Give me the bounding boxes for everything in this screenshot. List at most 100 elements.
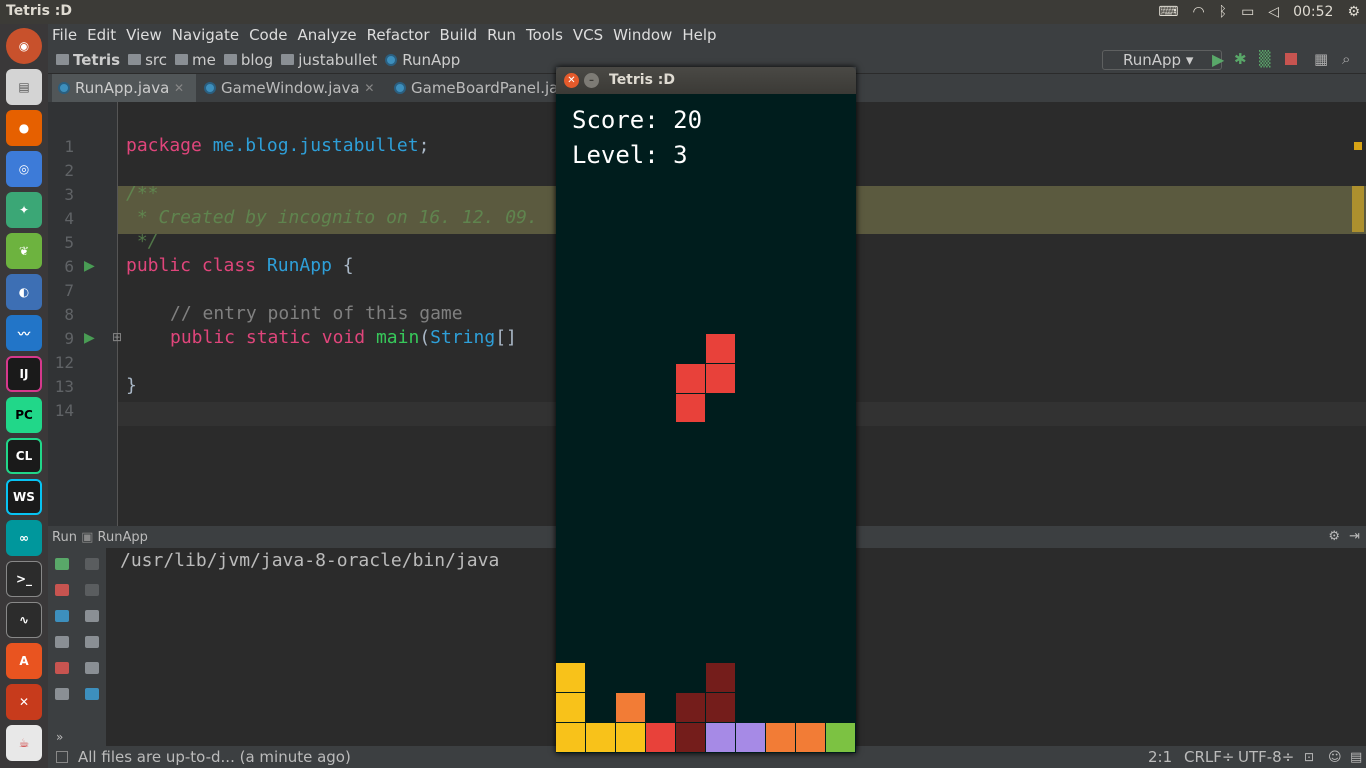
software-center-icon[interactable]: A [6, 643, 42, 679]
project-structure-icon[interactable]: ▦ [1314, 50, 1328, 68]
scrollbar-marker[interactable] [1352, 186, 1364, 232]
hide-panel-icon[interactable]: ⇥ [1349, 529, 1360, 544]
line-number: 7 [64, 281, 74, 300]
rerun-icon[interactable] [55, 558, 69, 570]
stop-icon[interactable] [1285, 53, 1297, 65]
line-number: 9 [64, 329, 74, 348]
java-icon[interactable]: ☕ [6, 725, 42, 761]
menu-navigate[interactable]: Navigate [172, 26, 239, 44]
intellij-icon[interactable]: IJ [6, 356, 42, 392]
line-number: 5 [64, 233, 74, 252]
folder-icon [128, 54, 142, 65]
battery-icon[interactable]: ▭ [1241, 4, 1254, 20]
more-icon[interactable]: » [56, 730, 63, 744]
run-gutter-icon[interactable]: ▶ [84, 330, 95, 346]
tab-runapp[interactable]: RunApp.java ✕ [52, 74, 196, 102]
inspector-icon[interactable]: ☺ [1328, 750, 1342, 765]
volume-icon[interactable]: ◁ [1268, 4, 1279, 20]
settings-icon[interactable]: ✕ [6, 684, 42, 720]
menu-help[interactable]: Help [682, 26, 716, 44]
file-encoding[interactable]: UTF-8÷ [1238, 748, 1294, 766]
breadcrumb-src[interactable]: src [128, 51, 167, 69]
breadcrumb-me[interactable]: me [174, 51, 216, 69]
print-icon[interactable] [85, 662, 99, 674]
coverage-icon[interactable]: ▒ [1259, 50, 1271, 68]
search-icon[interactable]: ⌕ [1342, 50, 1350, 68]
fold-expand-icon[interactable]: ⊞ [112, 330, 122, 344]
line-separator[interactable]: CRLF÷ [1184, 748, 1234, 766]
layout-icon[interactable] [55, 688, 69, 700]
clear-icon[interactable] [85, 688, 99, 700]
game-board[interactable]: Score: 20 Level: 3 [556, 94, 856, 753]
menu-vcs[interactable]: VCS [573, 26, 603, 44]
minimize-icon[interactable]: – [584, 73, 599, 88]
tab-gameboardpanel[interactable]: GameBoardPanel.ja [388, 74, 568, 102]
exit-icon[interactable] [55, 662, 69, 674]
ubuntu-icon[interactable]: ◉ [6, 28, 42, 64]
tool-windows-icon[interactable] [56, 751, 68, 763]
run-config-select[interactable]: RunApp ▾ [1102, 50, 1222, 70]
menu-build[interactable]: Build [440, 26, 478, 44]
scroll-to-end-icon[interactable] [85, 636, 99, 648]
line-number: 4 [64, 209, 74, 228]
status-message[interactable]: All files are up-to-d... (a minute ago) [78, 748, 351, 766]
falling-block [706, 363, 735, 393]
power-gear-icon[interactable]: ⚙ [1347, 4, 1360, 20]
breadcrumb-project[interactable]: Tetris [56, 51, 120, 69]
settings-gear-icon[interactable]: ⚙ [1328, 529, 1340, 544]
firefox-icon[interactable]: ● [6, 110, 42, 146]
dump-threads-icon[interactable] [55, 636, 69, 648]
clock[interactable]: 00:52 [1293, 4, 1333, 20]
close-icon[interactable]: ✕ [174, 81, 184, 95]
lock-icon[interactable]: ⊡ [1304, 750, 1314, 764]
breadcrumb-justabullet[interactable]: justabullet [281, 51, 377, 69]
event-log-icon[interactable]: ▤ [1350, 750, 1362, 765]
clion-icon[interactable]: CL [6, 438, 42, 474]
breadcrumb-runapp[interactable]: RunApp [385, 51, 460, 69]
wifi-icon[interactable]: ◠ [1192, 4, 1204, 20]
menu-refactor[interactable]: Refactor [367, 26, 430, 44]
inspection-indicator-icon[interactable] [1354, 142, 1362, 150]
keyboard-icon[interactable]: ⌨ [1158, 4, 1178, 20]
monitor-icon[interactable]: 〰 [6, 315, 42, 351]
code-line-8: // entry point of this game [170, 303, 463, 324]
stacked-block [556, 723, 585, 752]
menu-tools[interactable]: Tools [526, 26, 563, 44]
tab-gamewindow[interactable]: GameWindow.java ✕ [198, 74, 382, 102]
menu-window[interactable]: Window [613, 26, 672, 44]
menu-file[interactable]: File [52, 26, 77, 44]
run-gutter-icon[interactable]: ▶ [84, 258, 95, 274]
spring-icon[interactable]: ❦ [6, 233, 42, 269]
line-number: 8 [64, 305, 74, 324]
menu-view[interactable]: View [126, 26, 162, 44]
down-arrow-icon[interactable] [85, 584, 99, 596]
menu-run[interactable]: Run [487, 26, 516, 44]
close-icon[interactable]: ✕ [364, 81, 374, 95]
caret-position[interactable]: 2:1 [1148, 748, 1172, 766]
terminal-icon[interactable]: >_ [6, 561, 42, 597]
soft-wrap-icon[interactable] [85, 610, 99, 622]
pycharm-icon[interactable]: PC [6, 397, 42, 433]
pause-icon[interactable] [55, 610, 69, 622]
chromium-icon[interactable]: ◎ [6, 151, 42, 187]
debug-icon[interactable]: ✱ [1234, 50, 1247, 68]
run-config-tab[interactable]: RunApp [98, 530, 148, 545]
files-icon[interactable]: ▤ [6, 69, 42, 105]
console-icon: ▣ [81, 529, 94, 545]
close-icon[interactable]: ✕ [564, 73, 579, 88]
menu-analyze[interactable]: Analyze [297, 26, 356, 44]
webstorm-icon[interactable]: WS [6, 479, 42, 515]
bluetooth-icon[interactable]: ᛒ [1219, 4, 1227, 20]
up-arrow-icon[interactable] [85, 558, 99, 570]
arduino-icon[interactable]: ∞ [6, 520, 42, 556]
android-studio-icon[interactable]: ✦ [6, 192, 42, 228]
menu-edit[interactable]: Edit [87, 26, 116, 44]
eclipse-icon[interactable]: ◐ [6, 274, 42, 310]
run-icon[interactable]: ▶ [1212, 50, 1224, 69]
line-number: 14 [54, 401, 74, 420]
menu-code[interactable]: Code [249, 26, 287, 44]
tetris-titlebar[interactable]: ✕ – Tetris :D [556, 67, 856, 94]
stop-icon[interactable] [55, 584, 69, 596]
breadcrumb-blog[interactable]: blog [223, 51, 273, 69]
system-monitor-icon[interactable]: ∿ [6, 602, 42, 638]
